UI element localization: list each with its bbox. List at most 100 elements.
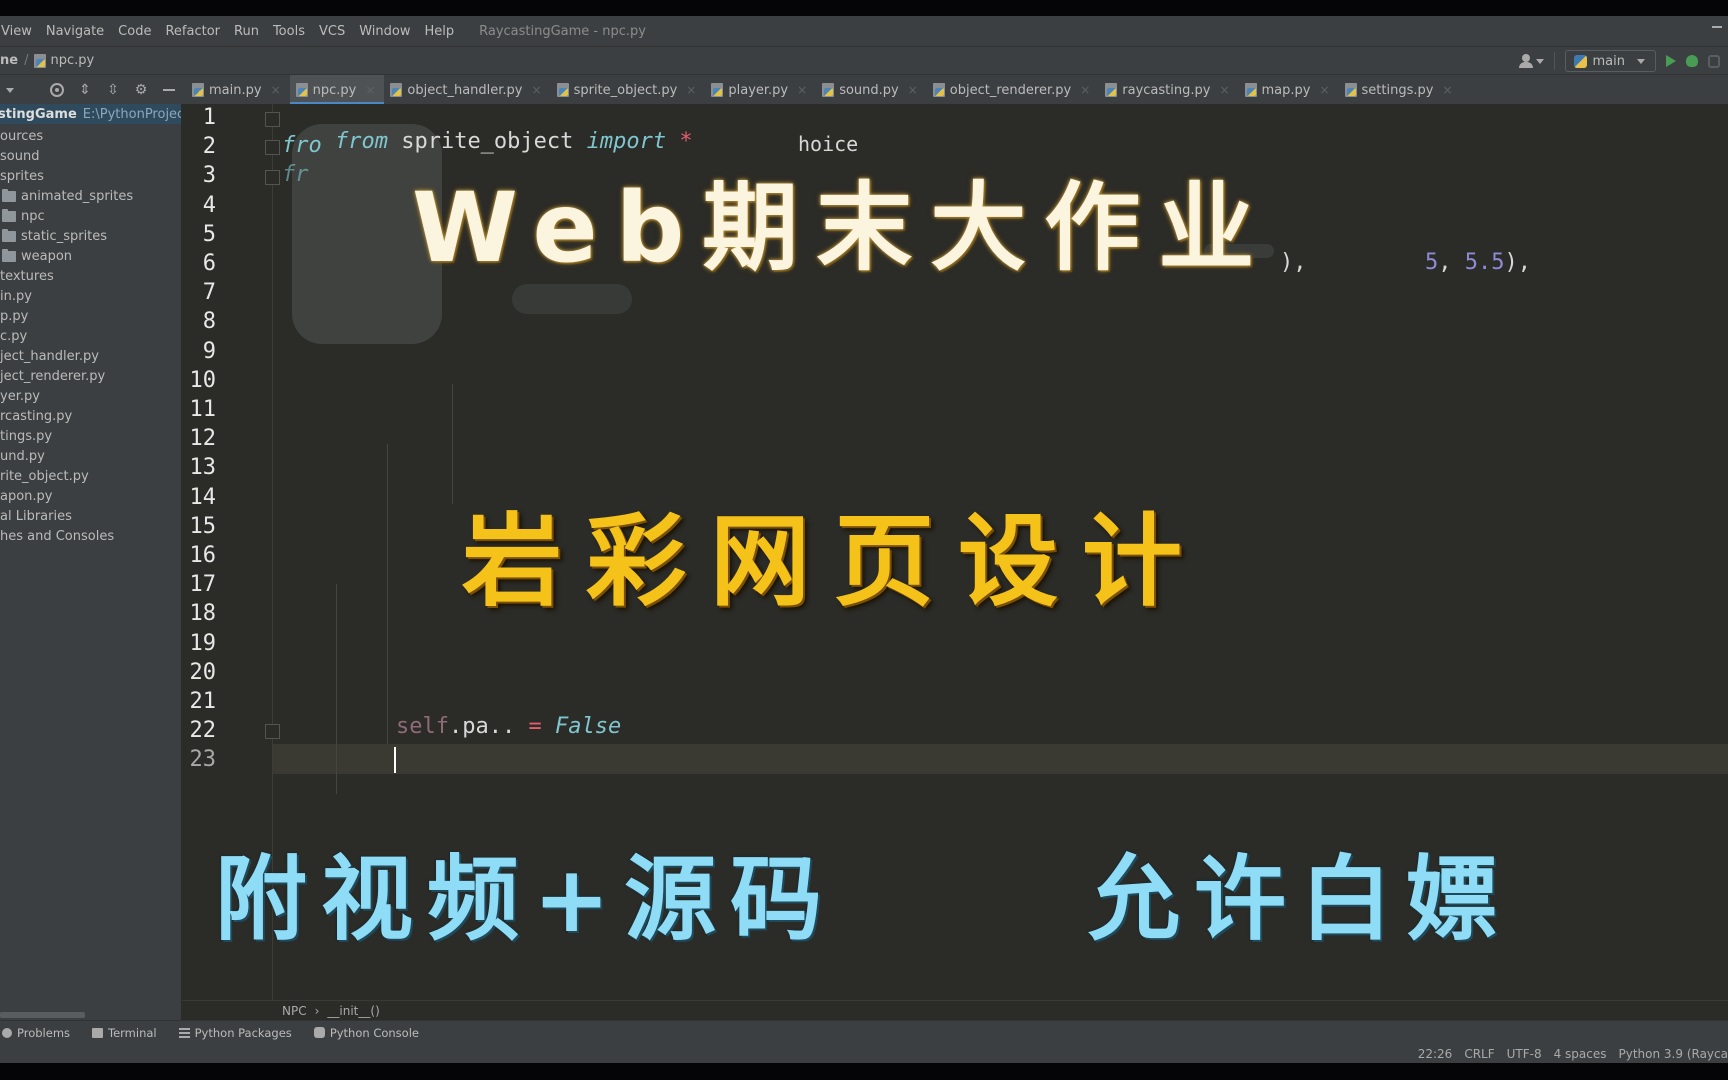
python-console-tool-button[interactable]: Python Console bbox=[313, 1026, 419, 1040]
account-button[interactable] bbox=[1518, 54, 1544, 68]
tree-item[interactable]: ject_renderer.py bbox=[0, 366, 105, 386]
debug-icon[interactable] bbox=[1686, 55, 1698, 67]
tree-item[interactable]: p.py bbox=[0, 306, 28, 326]
nav-crumb-file[interactable]: npc.py bbox=[34, 53, 94, 68]
close-icon[interactable]: × bbox=[797, 83, 807, 97]
tab-object-renderer-py[interactable]: object_renderer.py × bbox=[927, 75, 1099, 105]
locate-file-button[interactable] bbox=[50, 83, 64, 97]
close-icon[interactable]: × bbox=[1319, 83, 1329, 97]
close-icon[interactable]: × bbox=[532, 83, 542, 97]
file-encoding[interactable]: UTF-8 bbox=[1507, 1047, 1542, 1061]
indent-guide bbox=[336, 584, 337, 794]
hide-panel-button[interactable] bbox=[162, 83, 176, 97]
cursor-position[interactable]: 22:26 bbox=[1418, 1047, 1453, 1061]
coverage-icon[interactable] bbox=[1708, 54, 1720, 68]
tab-label: raycasting.py bbox=[1122, 82, 1211, 98]
line-number: 1 bbox=[202, 105, 216, 130]
menu-vcs[interactable]: VCS bbox=[312, 24, 352, 39]
editor-tabs: main.py × npc.py × object_handler.py × spri… bbox=[186, 75, 1462, 105]
tree-item[interactable]: weapon bbox=[2, 246, 72, 266]
breadcrumb-class[interactable]: NPC bbox=[282, 1004, 307, 1018]
keyword-from: fro bbox=[282, 133, 322, 158]
tree-item[interactable]: ources bbox=[0, 126, 43, 146]
tree-item[interactable]: npc bbox=[2, 206, 45, 226]
close-icon[interactable]: × bbox=[271, 83, 281, 97]
minus-icon bbox=[163, 89, 175, 91]
line-number: 19 bbox=[189, 630, 217, 656]
line-number: 15 bbox=[189, 513, 217, 539]
nav-crumb-file-label: npc.py bbox=[50, 53, 95, 68]
gear-icon[interactable]: ⚙ bbox=[134, 82, 148, 98]
tree-item[interactable]: static_sprites bbox=[2, 226, 107, 246]
run-icon[interactable] bbox=[1666, 55, 1676, 67]
tab-sound-py[interactable]: sound.py × bbox=[816, 75, 927, 105]
expand-all-icon[interactable]: ⇕ bbox=[78, 82, 92, 98]
overlay-brand: 岩彩网页设计 bbox=[462, 503, 1206, 620]
close-icon[interactable]: × bbox=[1219, 83, 1229, 97]
menu-code[interactable]: Code bbox=[111, 24, 158, 39]
breadcrumb-method[interactable]: __init__() bbox=[327, 1004, 379, 1018]
tree-item[interactable]: yer.py bbox=[0, 386, 40, 406]
menu-navigate[interactable]: Navigate bbox=[39, 24, 111, 39]
menu-view[interactable]: View bbox=[0, 24, 39, 39]
collapse-all-icon[interactable]: ⇳ bbox=[106, 82, 120, 98]
navigation-bar: ne / npc.py main bbox=[0, 46, 1728, 74]
tab-settings-py[interactable]: settings.py × bbox=[1339, 75, 1462, 105]
tree-item[interactable]: c.py bbox=[0, 326, 27, 346]
project-root-name: stingGame bbox=[0, 106, 77, 122]
tree-item[interactable]: tings.py bbox=[0, 426, 52, 446]
python-interpreter[interactable]: Python 3.9 (Rayca bbox=[1619, 1047, 1728, 1061]
tree-item[interactable]: hes and Consoles bbox=[0, 526, 114, 546]
tree-item-label: tings.py bbox=[0, 428, 53, 444]
tab-map-py[interactable]: map.py × bbox=[1239, 75, 1339, 105]
indent-setting[interactable]: 4 spaces bbox=[1554, 1047, 1607, 1061]
tree-item[interactable]: apon.py bbox=[0, 486, 53, 506]
tree-item[interactable]: sound bbox=[0, 146, 39, 166]
tree-item[interactable]: ject_handler.py bbox=[0, 346, 99, 366]
menu-tools[interactable]: Tools bbox=[266, 24, 312, 39]
tree-item[interactable]: animated_sprites bbox=[2, 186, 133, 206]
menu-window[interactable]: Window bbox=[352, 24, 417, 39]
sidebar-horizontal-scrollbar[interactable] bbox=[0, 1012, 85, 1018]
close-icon[interactable]: × bbox=[686, 83, 696, 97]
fold-marker-icon[interactable] bbox=[265, 140, 280, 155]
tab-player-py[interactable]: player.py × bbox=[705, 75, 816, 105]
close-icon[interactable]: × bbox=[1442, 83, 1452, 97]
tree-item[interactable]: in.py bbox=[0, 286, 32, 306]
close-icon[interactable]: × bbox=[1080, 83, 1090, 97]
terminal-tool-button[interactable]: Terminal bbox=[92, 1026, 157, 1040]
tab-main-py[interactable]: main.py × bbox=[186, 75, 290, 105]
menu-help[interactable]: Help bbox=[417, 24, 461, 39]
minimize-icon[interactable] bbox=[1712, 26, 1722, 28]
close-icon[interactable]: × bbox=[365, 83, 375, 97]
tree-item[interactable]: sprites bbox=[0, 166, 44, 186]
menu-refactor[interactable]: Refactor bbox=[158, 24, 227, 39]
fold-marker-icon[interactable] bbox=[265, 724, 280, 739]
python-file-icon bbox=[1105, 83, 1118, 97]
problems-tool-button[interactable]: Problems bbox=[2, 1026, 70, 1040]
close-icon[interactable]: × bbox=[908, 83, 918, 97]
overlay-right-note: 允许白嫖 bbox=[1088, 846, 1513, 953]
menu-run[interactable]: Run bbox=[227, 24, 266, 39]
tree-item[interactable]: rcasting.py bbox=[0, 406, 72, 426]
tab-raycasting-py[interactable]: raycasting.py × bbox=[1099, 75, 1238, 105]
line-separator[interactable]: CRLF bbox=[1464, 1047, 1494, 1061]
tree-item[interactable]: textures bbox=[0, 266, 54, 286]
tree-item[interactable]: und.py bbox=[0, 446, 45, 466]
project-root-node[interactable]: stingGame E:\PythonProjects\ bbox=[0, 104, 181, 124]
keyword-from: fr bbox=[282, 162, 309, 187]
line-number: 16 bbox=[189, 543, 217, 568]
tree-item[interactable]: rite_object.py bbox=[0, 466, 89, 486]
project-view-dropdown-icon[interactable] bbox=[6, 87, 14, 93]
tree-item-label: c.py bbox=[0, 328, 28, 344]
fold-marker-icon[interactable] bbox=[265, 112, 280, 127]
tab-sprite-object-py[interactable]: sprite_object.py × bbox=[551, 75, 706, 105]
punctuation: ), bbox=[1280, 250, 1307, 275]
fold-marker-icon[interactable] bbox=[265, 170, 280, 185]
nav-crumb-project[interactable]: ne bbox=[0, 53, 18, 68]
run-configuration-select[interactable]: main bbox=[1564, 50, 1656, 72]
tab-npc-py[interactable]: npc.py × bbox=[289, 75, 385, 105]
python-packages-tool-button[interactable]: Python Packages bbox=[178, 1026, 292, 1040]
tab-object-handler-py[interactable]: object_handler.py × bbox=[384, 75, 550, 105]
tree-item[interactable]: al Libraries bbox=[0, 506, 72, 526]
